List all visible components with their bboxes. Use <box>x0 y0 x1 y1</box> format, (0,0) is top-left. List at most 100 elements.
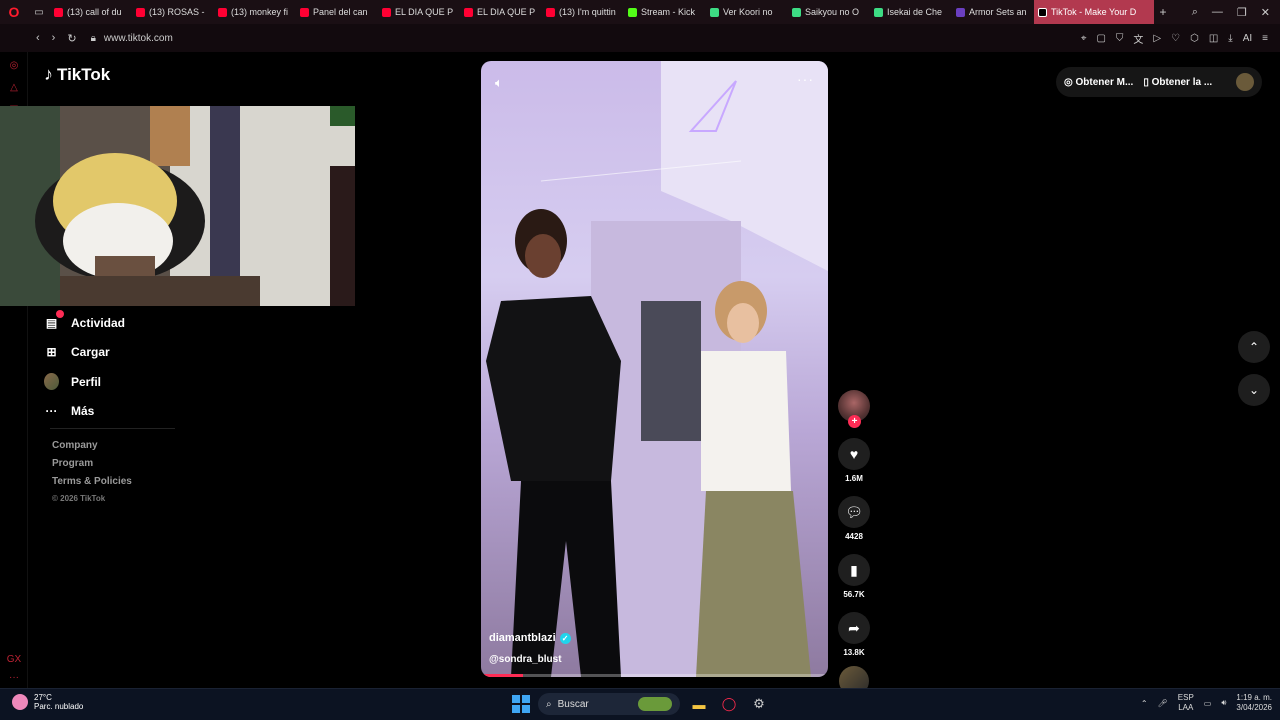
browser-tab[interactable]: (13) ROSAS - <box>132 0 214 24</box>
previous-video-button[interactable]: ⌃ <box>1238 331 1270 363</box>
file-explorer-icon[interactable]: ▬ <box>688 693 710 715</box>
comment-count: 4428 <box>845 532 863 541</box>
back-icon[interactable]: ‹ <box>36 32 40 45</box>
play-icon[interactable]: ▷ <box>1153 33 1161 44</box>
download-icon[interactable]: ⤓ <box>1228 33 1232 44</box>
footer-link-terms[interactable]: Terms & Policies <box>52 476 132 494</box>
taskbar-search[interactable]: ⌕ Buscar <box>538 693 680 715</box>
browser-tab[interactable]: EL DIA QUE P <box>460 0 542 24</box>
browser-tab[interactable]: Isekai de Che <box>870 0 952 24</box>
follow-plus-icon[interactable]: + <box>848 415 861 428</box>
bookmark-icon: ▮ <box>850 561 858 578</box>
browser-tab[interactable]: Armor Sets an <box>952 0 1034 24</box>
copyright-text: © 2026 TikTok <box>52 494 106 503</box>
browser-tab[interactable]: Panel del can <box>296 0 378 24</box>
tab-title: (13) monkey fi <box>231 7 289 17</box>
bag-icon[interactable]: △ <box>0 76 28 98</box>
volume-icon[interactable]: 🔈︎ <box>495 75 503 91</box>
nav-item-more[interactable]: ··· Más <box>44 397 125 427</box>
comment-button[interactable]: 💬︎ <box>838 496 870 528</box>
chevron-up-icon: ⌃ <box>1248 340 1260 354</box>
search-icon: ⌕ <box>546 698 552 710</box>
nav-item-upload[interactable]: ⊞ Cargar <box>44 338 125 368</box>
browser-tab[interactable]: EL DIA QUE P <box>378 0 460 24</box>
browser-tab-bar: O ▭ (13) call of du (13) ROSAS - (13) monk… <box>0 0 1280 24</box>
windows-start-icon[interactable] <box>512 695 530 713</box>
close-button[interactable]: ✕ <box>1261 6 1270 19</box>
opera-gx-icon[interactable]: ◯ <box>718 693 740 715</box>
tab-title: (13) ROSAS - <box>149 7 205 17</box>
video-sound-link[interactable]: @sondra_blust <box>489 654 562 665</box>
video-player[interactable]: 🔈︎ ··· diamantblazi ✓ @sondra_blust <box>481 61 828 677</box>
tiktok-logo[interactable]: ♪ TikTok <box>44 64 110 85</box>
logo-text: TikTok <box>57 64 111 84</box>
more-icon[interactable]: ··· <box>0 666 28 688</box>
chevron-up-icon[interactable]: ⌃ <box>1141 699 1148 708</box>
tab-favicon-icon <box>546 7 555 17</box>
tab-favicon-icon <box>300 7 309 17</box>
browser-tab[interactable]: Ver Koori no <box>706 0 788 24</box>
translate-icon[interactable]: 文 <box>1133 31 1143 46</box>
extensions-icon[interactable]: ⬡ <box>1190 33 1199 44</box>
tab-title: Saikyou no O <box>805 7 860 17</box>
video-author[interactable]: diamantblazi ✓ <box>489 632 571 644</box>
nav-item-profile[interactable]: Perfil <box>44 367 125 397</box>
gx-control-icon[interactable]: ◎ <box>0 54 28 76</box>
restore-button[interactable]: ❐ <box>1237 6 1247 19</box>
get-app-label: Obtener la ... <box>1151 76 1213 88</box>
browser-tab[interactable]: Saikyou no O <box>788 0 870 24</box>
minimize-button[interactable]: — <box>1212 6 1223 18</box>
get-coins-button[interactable]: ◎ Obtener M... <box>1064 77 1133 88</box>
save-button[interactable]: ▮ <box>838 554 870 586</box>
pin-icon[interactable]: ⌖ <box>1081 33 1087 44</box>
weather-widget[interactable]: 27°C Parc. nublado <box>12 693 83 711</box>
browser-tab[interactable]: (13) monkey fi <box>214 0 296 24</box>
video-progress-bar[interactable] <box>481 674 828 677</box>
snapshot-icon[interactable]: ▢ <box>1096 33 1105 44</box>
tab-title: Panel del can <box>313 7 368 17</box>
microphone-icon[interactable]: 🎤︎ <box>1158 699 1168 708</box>
reload-icon[interactable]: ↻ <box>67 32 76 45</box>
get-app-button[interactable]: ▯ Obtener la ... <box>1143 77 1212 88</box>
like-button[interactable]: ♥ <box>838 438 870 470</box>
tab-favicon-icon <box>382 7 391 17</box>
browser-tab[interactable]: (13) I'm quittin <box>542 0 624 24</box>
tab-title: Ver Koori no <box>723 7 773 17</box>
tab-tiktok[interactable]: TikTok - Make Your D <box>1034 0 1154 24</box>
speaker-icon[interactable]: 🔊︎ <box>1221 698 1226 708</box>
forward-icon[interactable]: › <box>52 32 56 45</box>
video-frame <box>486 61 828 677</box>
language-indicator[interactable]: ESP LAA <box>1178 693 1194 713</box>
monitor-icon[interactable]: ▭ <box>1204 699 1212 708</box>
time: 1:19 a. m. <box>1236 693 1272 702</box>
ai-button[interactable]: AI <box>1243 33 1252 44</box>
plus-square-icon: ⊞ <box>46 345 57 360</box>
browser-tab[interactable]: (13) call of du <box>50 0 132 24</box>
next-video-button[interactable]: ⌄ <box>1238 374 1270 406</box>
clock[interactable]: 1:19 a. m. 3/04/2026 <box>1236 693 1272 713</box>
footer-link-company[interactable]: Company <box>52 440 132 458</box>
steam-icon[interactable]: ⚙ <box>748 693 770 715</box>
more-options-icon[interactable]: ··· <box>797 71 814 87</box>
tab-favicon-icon <box>464 7 473 17</box>
new-tab-button[interactable]: + <box>1154 5 1172 19</box>
browser-tab[interactable]: Stream - Kick <box>624 0 706 24</box>
weather-icon <box>12 694 28 710</box>
webcam-image <box>0 106 355 306</box>
wallet-icon[interactable]: ◫ <box>1209 33 1218 44</box>
share-button[interactable]: ➦ <box>838 612 870 644</box>
footer-link-program[interactable]: Program <box>52 458 132 476</box>
tab-favicon-icon <box>136 7 145 17</box>
menu-icon[interactable]: ≡ <box>1262 33 1268 44</box>
search-icon[interactable]: ⌕ <box>1192 6 1198 19</box>
heart-icon[interactable]: ♡ <box>1171 33 1180 44</box>
tab-title: EL DIA QUE P <box>477 7 536 17</box>
url-field[interactable]: www.tiktok.com <box>104 33 173 44</box>
user-avatar[interactable] <box>1236 73 1254 91</box>
nav-item-activity[interactable]: ▤ Actividad <box>44 308 125 338</box>
shield-icon[interactable]: ⛉ <box>1116 33 1124 44</box>
tab-manager-icon[interactable]: ▭ <box>28 0 50 24</box>
opera-logo-icon[interactable]: O <box>0 0 28 24</box>
creator-avatar[interactable]: + <box>838 390 870 428</box>
tiktok-note-icon: ♪ <box>44 64 53 84</box>
